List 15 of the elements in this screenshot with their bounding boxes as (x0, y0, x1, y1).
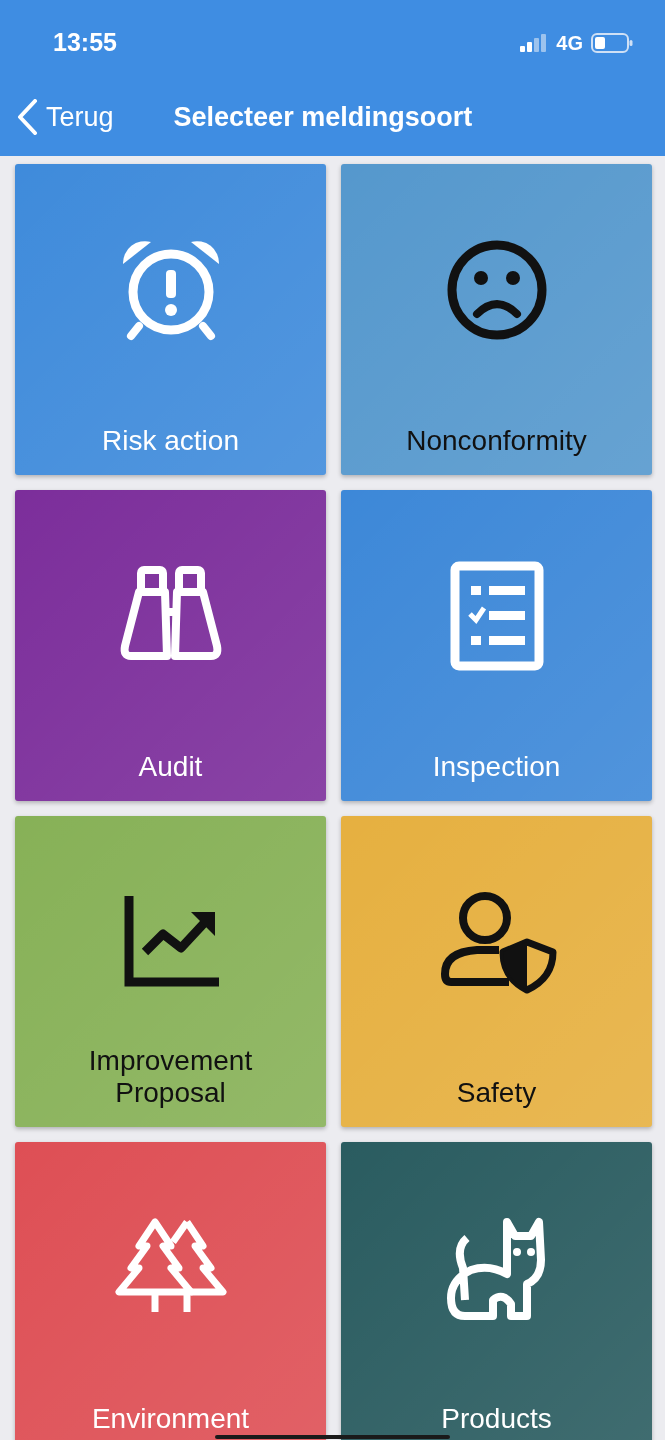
category-tile[interactable]: Products (341, 1142, 652, 1440)
battery-icon (591, 33, 633, 53)
screen-title: Selecteer meldingsoort (173, 100, 473, 134)
chevron-left-icon (16, 99, 38, 135)
category-tile[interactable]: Audit (15, 490, 326, 801)
back-button[interactable]: Terug (16, 96, 114, 138)
category-tile[interactable]: Risk action (15, 164, 326, 475)
category-tile[interactable]: Safety (341, 816, 652, 1127)
category-tile[interactable]: Nonconformity (341, 164, 652, 475)
category-tile[interactable]: Inspection (341, 490, 652, 801)
category-tile[interactable]: Improvement Proposal (15, 816, 326, 1127)
signal-icon (520, 34, 549, 52)
network-label: 4G (556, 31, 583, 56)
category-tile[interactable]: Environment (15, 1142, 326, 1440)
status-time: 13:55 (53, 27, 117, 59)
